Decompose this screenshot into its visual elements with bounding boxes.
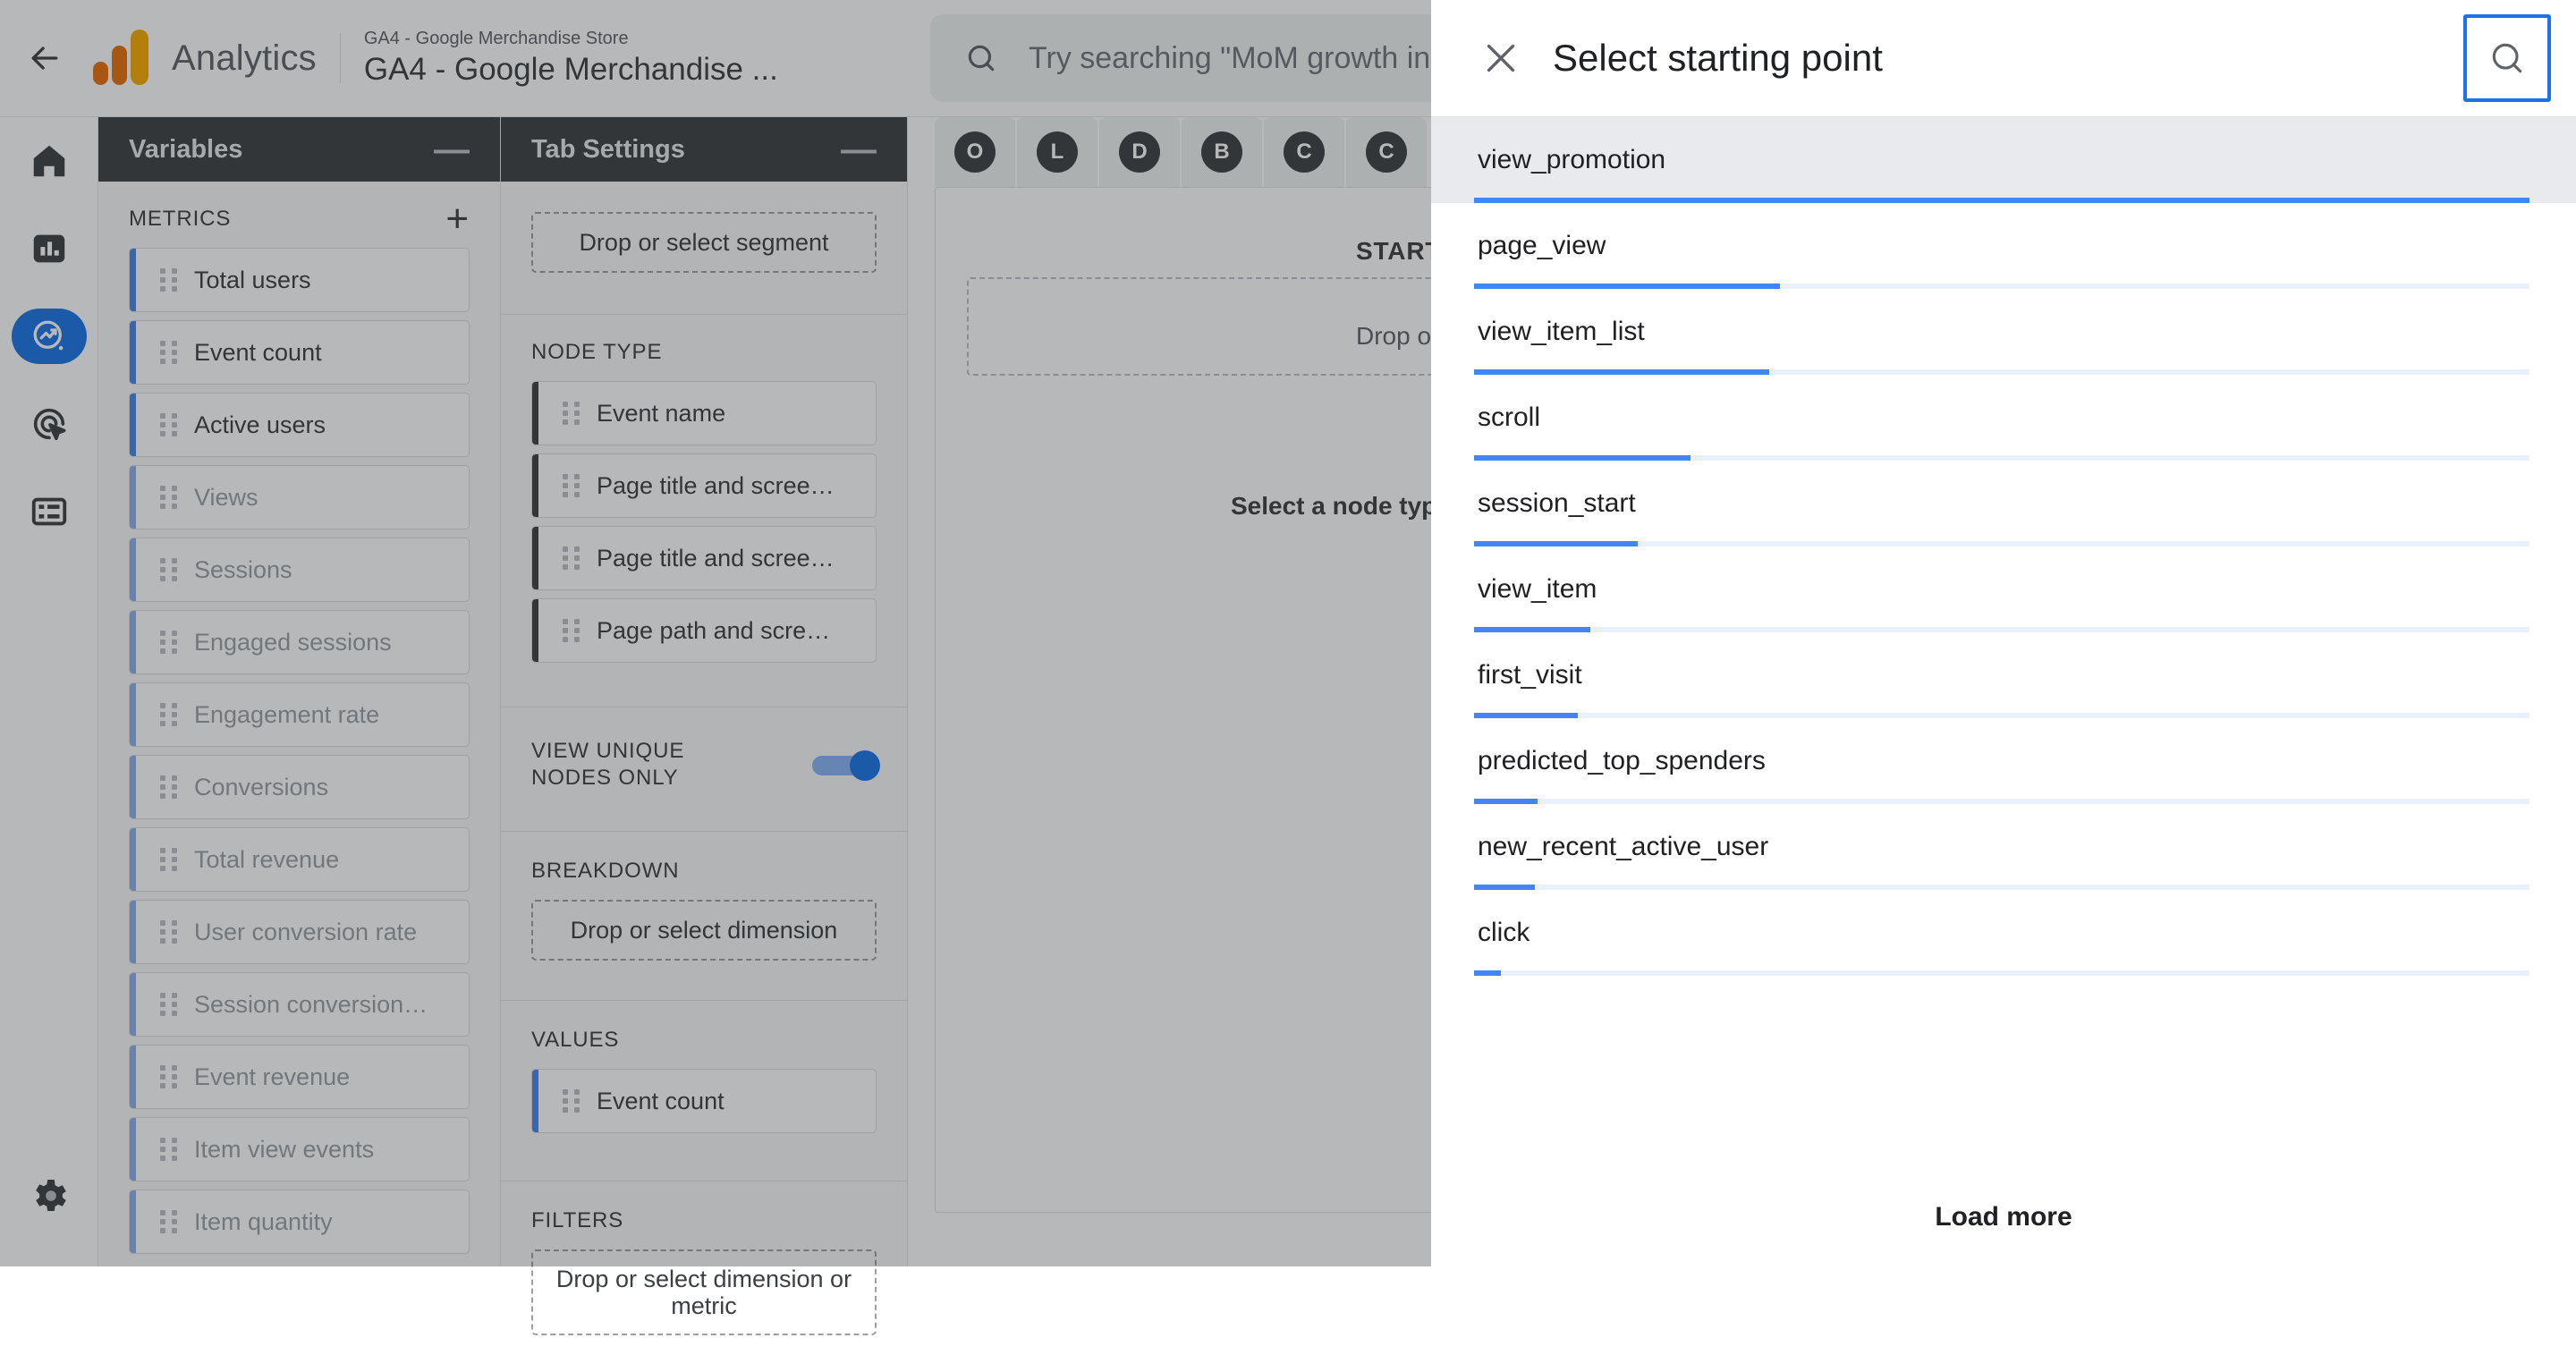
event-name-label: view_item	[1478, 573, 2529, 606]
close-button[interactable]	[1478, 35, 1524, 81]
event-name-label: session_start	[1478, 487, 2529, 520]
load-more-button[interactable]: Load more	[1431, 1168, 2576, 1266]
event-volume-bar-track	[1474, 970, 2529, 976]
event-name-label: page_view	[1478, 230, 2529, 262]
event-list-item[interactable]: first_visit	[1431, 632, 2576, 718]
event-list-item[interactable]: session_start	[1431, 461, 2576, 546]
select-starting-point-dialog: Select starting point view_promotionpage…	[1431, 0, 2576, 1266]
event-name-label: first_visit	[1478, 659, 2529, 691]
event-list-item[interactable]: view_item	[1431, 546, 2576, 632]
event-list-item[interactable]: page_view	[1431, 203, 2576, 289]
event-list-item[interactable]: predicted_top_spenders	[1431, 718, 2576, 804]
event-volume-bar-fill	[1474, 970, 1501, 976]
event-list-item[interactable]: new_recent_active_user	[1431, 804, 2576, 890]
event-name-label: scroll	[1478, 402, 2529, 434]
event-name-label: view_item_list	[1478, 316, 2529, 348]
dialog-header: Select starting point	[1431, 0, 2576, 117]
event-name-label: click	[1478, 917, 2529, 949]
close-icon	[1480, 38, 1521, 79]
search-icon	[2487, 38, 2527, 78]
event-name-label: predicted_top_spenders	[1478, 745, 2529, 777]
event-list-item[interactable]: click	[1431, 890, 2576, 976]
dialog-search-button[interactable]	[2463, 14, 2551, 102]
starting-point-event-list[interactable]: view_promotion page_view view_item_listscr…	[1431, 117, 2576, 1168]
event-list-item[interactable]: view_item_list	[1431, 289, 2576, 375]
event-name-label: new_recent_active_user	[1478, 831, 2529, 863]
event-list-item[interactable]: scroll	[1431, 375, 2576, 461]
event-name-label: view_promotion	[1478, 144, 2529, 176]
event-list-item[interactable]: view_promotion	[1431, 117, 2576, 203]
dialog-title: Select starting point	[1553, 37, 2463, 80]
